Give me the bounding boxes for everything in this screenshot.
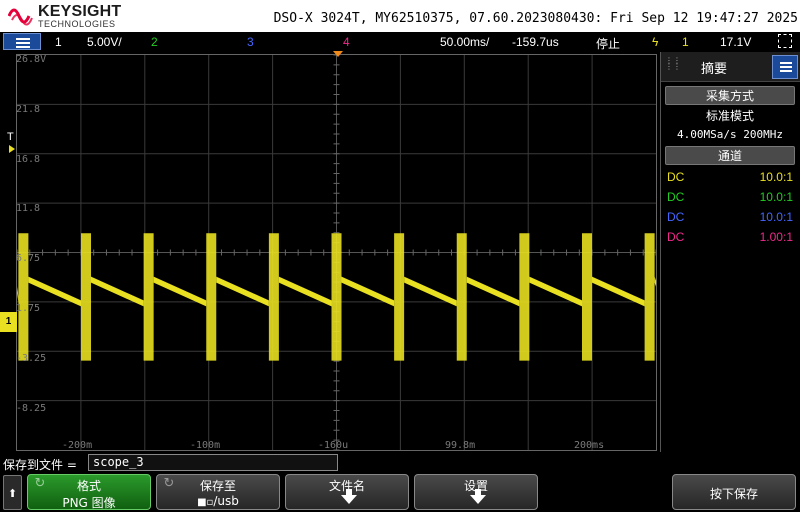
trigger-position-icon[interactable] bbox=[333, 51, 343, 57]
main-menu-button[interactable] bbox=[3, 33, 41, 50]
softkey-bar: ⬆ ↻ 格式 PNG 图像 ↻ 保存至 ■▫/usb 文件名 设置 按下保存 bbox=[0, 473, 800, 512]
save-to-file-label: 保存到文件 = bbox=[3, 458, 77, 472]
fullscreen-icon[interactable] bbox=[778, 34, 792, 48]
y-axis-label: 1.75 bbox=[16, 303, 41, 314]
x-axis-label: -100m bbox=[190, 440, 221, 451]
channel-coupling: DC bbox=[667, 230, 685, 244]
keysight-wave-icon bbox=[8, 8, 33, 26]
y-axis-label: 6.75 bbox=[16, 253, 41, 265]
acquisition-header[interactable]: 采集方式 bbox=[665, 86, 795, 105]
waveform-pulse bbox=[394, 233, 405, 361]
waveform-pulse bbox=[519, 233, 530, 361]
trigger-level-arrow-icon[interactable] bbox=[9, 145, 15, 153]
channel-coupling: DC bbox=[667, 210, 685, 224]
trigger-icon: ϟ bbox=[652, 35, 659, 49]
waveform-pulse bbox=[644, 233, 655, 361]
trigger-channel[interactable]: 1 bbox=[682, 35, 689, 49]
waveform-pulse bbox=[581, 233, 592, 361]
summary-title: 摘要 bbox=[700, 62, 727, 77]
down-arrow-icon bbox=[341, 489, 357, 504]
acquisition-rate: 4.00MSa/s 200MHz bbox=[677, 128, 783, 141]
waveform-segment bbox=[17, 286, 19, 303]
waveform-svg bbox=[17, 55, 656, 450]
model-info: DSO-X 3024T, MY62510375, 07.60.202308043… bbox=[273, 11, 798, 26]
save-to-label: 保存至 bbox=[199, 479, 236, 493]
save-to-value: /usb bbox=[213, 494, 239, 508]
summary-header: ⋮⋮ ⋮⋮ 摘要 bbox=[661, 52, 800, 82]
format-softkey[interactable]: ↻ 格式 PNG 图像 bbox=[27, 474, 151, 510]
channel-probe-ratio: 10.0:1 bbox=[759, 190, 793, 204]
waveform-pulse bbox=[268, 233, 279, 361]
x-axis-label: 200ms bbox=[574, 440, 605, 451]
format-label: 格式 bbox=[76, 479, 101, 493]
y-axis-label: 11.8 bbox=[16, 203, 41, 215]
channel-row[interactable]: DC 10.0:1 bbox=[667, 188, 793, 206]
filename-field[interactable]: scope_3 bbox=[88, 454, 338, 471]
channel-probe-ratio: 1.00:1 bbox=[759, 230, 793, 244]
ch4-number[interactable]: 4 bbox=[343, 35, 350, 49]
waveform-pulse bbox=[81, 233, 92, 361]
waveform-pulse bbox=[206, 233, 217, 361]
save-to-softkey[interactable]: ↻ 保存至 ■▫/usb bbox=[156, 474, 280, 510]
x-axis-label: 99.8m bbox=[445, 440, 476, 451]
x-axis-label: -160u bbox=[318, 440, 349, 451]
summary-panel: ⋮⋮ ⋮⋮ 摘要 采集方式 标准模式 4.00MSa/s 200MHz 通道 DC… bbox=[660, 52, 800, 452]
trigger-t-marker: T bbox=[7, 131, 14, 143]
ch2-number[interactable]: 2 bbox=[151, 35, 158, 49]
save-to-value-wrap: ■▫/usb bbox=[157, 494, 279, 508]
channel-coupling: DC bbox=[667, 190, 685, 204]
y-axis-label: 21.8 bbox=[16, 103, 41, 115]
filename-softkey[interactable]: 文件名 bbox=[285, 474, 409, 510]
trigger-level[interactable]: 17.1V bbox=[720, 35, 751, 49]
y-axis-label: 16.8 bbox=[16, 153, 41, 165]
channel-probe-ratio: 10.0:1 bbox=[759, 170, 793, 184]
brand-sub: TECHNOLOGIES bbox=[38, 19, 116, 29]
channel-row[interactable]: DC 10.0:1 bbox=[667, 168, 793, 186]
summary-menu-button[interactable] bbox=[772, 55, 798, 79]
ch1-scale[interactable]: 5.00V/ bbox=[87, 35, 122, 49]
usb-drive-icon: ■▫ bbox=[197, 497, 214, 508]
run-state[interactable]: 停止 bbox=[596, 35, 620, 52]
channel-row[interactable]: DC 10.0:1 bbox=[667, 208, 793, 226]
y-axis-label: 26.8V bbox=[16, 54, 47, 65]
settings-softkey[interactable]: 设置 bbox=[414, 474, 538, 510]
y-axis-label: -3.25 bbox=[16, 352, 47, 364]
softkey-up-arrow-icon[interactable]: ⬆ bbox=[3, 475, 22, 510]
status-bar: 1 5.00V/ 2 3 4 50.00ms/ -159.7us 停止 ϟ 1 … bbox=[0, 32, 800, 52]
waveform-pulse bbox=[331, 233, 342, 361]
channel-header[interactable]: 通道 bbox=[665, 146, 795, 165]
waveform-segment bbox=[654, 276, 656, 287]
ch3-number[interactable]: 3 bbox=[247, 35, 254, 49]
delay[interactable]: -159.7us bbox=[512, 35, 559, 49]
keysight-logo: KEYSIGHT TECHNOLOGIES bbox=[8, 2, 134, 30]
acquisition-mode: 标准模式 bbox=[705, 109, 754, 123]
ch1-ground-marker[interactable]: 1 bbox=[0, 312, 17, 332]
down-arrow-icon bbox=[470, 489, 486, 504]
save-bar: 保存到文件 = scope_3 bbox=[0, 453, 800, 473]
channel-row[interactable]: DC 1.00:1 bbox=[667, 228, 793, 246]
waveform-grid[interactable] bbox=[16, 54, 657, 451]
press-save-softkey[interactable]: 按下保存 bbox=[672, 474, 796, 510]
waveform-pulse bbox=[456, 233, 467, 361]
ch1-number[interactable]: 1 bbox=[55, 35, 62, 49]
title-bar: KEYSIGHT TECHNOLOGIES DSO-X 3024T, MY625… bbox=[0, 0, 800, 32]
press-save-label: 按下保存 bbox=[709, 487, 758, 501]
channel-probe-ratio: 10.0:1 bbox=[759, 210, 793, 224]
oscilloscope-screen: KEYSIGHT TECHNOLOGIES DSO-X 3024T, MY625… bbox=[0, 0, 800, 512]
y-axis-label: -8.25 bbox=[16, 402, 47, 414]
waveform-pulse bbox=[143, 233, 154, 361]
format-value: PNG 图像 bbox=[62, 496, 116, 510]
timebase[interactable]: 50.00ms/ bbox=[440, 35, 489, 49]
x-axis-label: -200m bbox=[62, 440, 93, 451]
channel-coupling: DC bbox=[667, 170, 685, 184]
